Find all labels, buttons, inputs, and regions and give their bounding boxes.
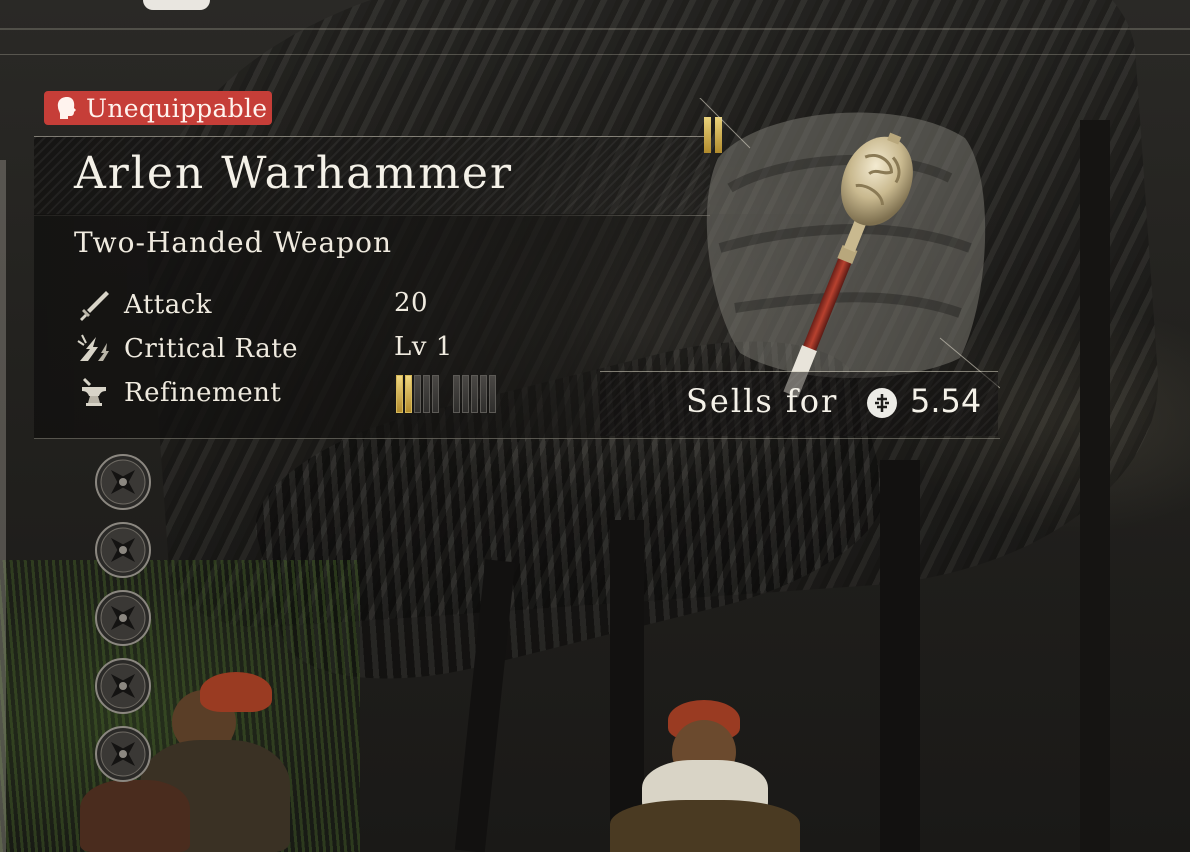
refinement-bar-empty (453, 375, 460, 413)
empty-slot-icon[interactable] (94, 453, 152, 511)
warhammer-icon (699, 98, 1000, 398)
refinement-bar-empty (480, 375, 487, 413)
coin-icon (867, 388, 897, 418)
anvil-icon (82, 377, 106, 406)
stat-row-refinement: Refinement (76, 373, 281, 413)
refinement-bar-empty (471, 375, 478, 413)
refinement-bar-empty (423, 375, 430, 413)
sell-label: Sells for (686, 382, 839, 420)
empty-slot-icon[interactable] (94, 521, 152, 579)
stat-value-attack: 20 (394, 288, 429, 318)
stat-label: Critical Rate (124, 334, 299, 364)
refinement-bar-empty (489, 375, 496, 413)
unequippable-badge: Unequippable (44, 91, 272, 125)
item-category: Two-Handed Weapon (74, 226, 392, 259)
sword-icon (80, 291, 109, 321)
stat-label: Refinement (124, 378, 282, 408)
stat-row-critical-rate: Critical Rate (76, 329, 298, 369)
refinement-bar-filled (396, 375, 403, 413)
character-head-icon (57, 97, 76, 119)
refinement-bar-empty (462, 375, 469, 413)
stat-row-attack: Attack (76, 285, 212, 325)
refinement-bar-filled (405, 375, 412, 413)
empty-slot-icon[interactable] (94, 657, 152, 715)
stat-label: Attack (124, 290, 213, 320)
sell-value: 5.54 (910, 382, 982, 420)
stat-value-critical-rate: Lv 1 (394, 332, 453, 362)
empty-slot-icon[interactable] (94, 589, 152, 647)
refinement-bars (396, 375, 510, 413)
critical-strike-icon (77, 334, 109, 361)
empty-slot-icon[interactable] (94, 725, 152, 783)
refinement-bar-empty (414, 375, 421, 413)
status-badge-label: Unequippable (86, 93, 268, 123)
refinement-bar-empty (432, 375, 439, 413)
item-name: Arlen Warhammer (74, 148, 513, 199)
